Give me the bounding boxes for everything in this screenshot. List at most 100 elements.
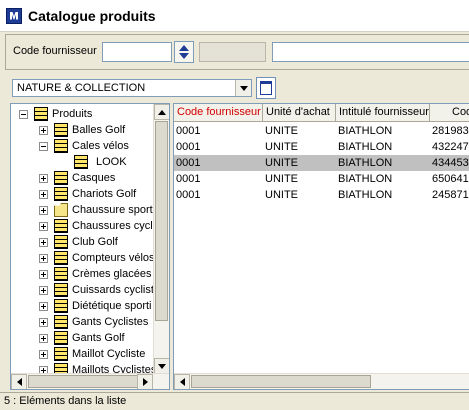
tree-item-label: Chaussure sport	[72, 204, 153, 216]
arrow-down-icon	[158, 363, 166, 369]
arrow-left-icon	[179, 378, 185, 386]
expand-icon[interactable]	[39, 301, 48, 311]
grid-horizontal-scrollbar[interactable]	[174, 373, 469, 389]
grid-folder-icon	[54, 219, 68, 233]
table-row[interactable]: 0001 UNITE BIATHLON 650641	[174, 171, 469, 187]
table-cell: UNITE	[265, 189, 298, 201]
grid-folder-icon	[54, 123, 68, 137]
supplier-code-spinner[interactable]	[174, 41, 194, 63]
supplier-code-input[interactable]	[102, 42, 172, 62]
table-cell: 245871	[432, 189, 469, 201]
grid-folder-icon	[74, 155, 88, 169]
collapse-icon[interactable]	[19, 109, 28, 119]
grid-folder-icon	[54, 267, 68, 281]
status-bar: 5 : Eléments dans la liste	[0, 392, 469, 410]
column-header[interactable]: Code fournisseur	[174, 104, 263, 122]
table-cell: 0001	[176, 141, 201, 153]
table-cell: 281983	[432, 125, 469, 137]
tree-item-label: Gants Cyclistes	[72, 316, 149, 328]
column-header[interactable]: Code	[430, 104, 469, 122]
expand-icon[interactable]	[39, 221, 48, 231]
tree-item-label: Gants Golf	[72, 332, 125, 344]
tree-item[interactable]: Chariots Golf	[39, 186, 136, 202]
tree-item-label: Diététique sporti	[72, 300, 152, 312]
tree-horizontal-scrollbar[interactable]	[11, 373, 169, 389]
tree-item[interactable]: Diététique sporti	[39, 298, 152, 314]
tree-item[interactable]: Gants Golf	[39, 330, 125, 346]
tree-scroll-thumb[interactable]	[155, 121, 168, 321]
table-row[interactable]: 0001 UNITE BIATHLON 434453	[174, 155, 469, 171]
tree-item[interactable]: Club Golf	[39, 234, 118, 250]
table-cell: UNITE	[265, 173, 298, 185]
scroll-up-button[interactable]	[154, 104, 169, 120]
expand-icon[interactable]	[39, 205, 48, 215]
tree-hscroll-thumb[interactable]	[28, 375, 146, 388]
table-cell: 432247	[432, 141, 469, 153]
table-view-icon	[260, 81, 272, 95]
table-cell: BIATHLON	[338, 157, 393, 169]
table-cell: BIATHLON	[338, 141, 393, 153]
tree-item-label: Cuissards cyclist	[72, 284, 154, 296]
tree-item[interactable]: Compteurs vélos	[39, 250, 155, 266]
table-cell: 0001	[176, 125, 201, 137]
table-cell: BIATHLON	[338, 125, 393, 137]
tree-item[interactable]: Chaussure sport	[39, 202, 153, 218]
scroll-down-button[interactable]	[154, 358, 169, 374]
arrow-left-icon	[16, 378, 22, 386]
grid-folder-icon	[54, 315, 68, 329]
expand-icon[interactable]	[39, 269, 48, 279]
tree-item[interactable]: Chaussures cycl	[39, 218, 153, 234]
tree-item[interactable]: Maillot Cycliste	[39, 346, 145, 362]
tree-item[interactable]: Balles Golf	[39, 122, 125, 138]
grid-hscroll-thumb[interactable]	[191, 375, 371, 388]
grid-folder-icon	[54, 139, 68, 153]
tree-item[interactable]: Produits	[19, 106, 92, 122]
chevron-down-icon[interactable]	[235, 80, 251, 96]
grid-folder-icon	[54, 187, 68, 201]
spin-up-icon[interactable]	[179, 45, 189, 51]
expand-icon[interactable]	[39, 349, 48, 359]
tree-item[interactable]: Casques	[39, 170, 115, 186]
product-grid[interactable]: Code fournisseur Unité d'achat Intitulé fo…	[173, 103, 469, 390]
expand-icon[interactable]	[39, 125, 48, 135]
column-header[interactable]: Unité d'achat	[263, 104, 336, 122]
tree-item[interactable]: Cales vélos	[39, 138, 129, 154]
supplier-name-field	[199, 42, 266, 62]
expand-icon[interactable]	[39, 189, 48, 199]
tree-item[interactable]: Crèmes glacées	[39, 266, 151, 282]
table-cell: 650641	[432, 173, 469, 185]
scroll-left-button[interactable]	[11, 374, 27, 389]
expand-icon[interactable]	[39, 253, 48, 263]
spin-down-icon[interactable]	[179, 53, 189, 59]
table-row[interactable]: 0001 UNITE BIATHLON 245871	[174, 187, 469, 203]
grid-folder-icon	[54, 347, 68, 361]
product-tree[interactable]: Produits Balles Golf Cales vélos LOOK Casque…	[10, 103, 170, 390]
table-cell: UNITE	[265, 125, 298, 137]
scroll-right-button[interactable]	[137, 374, 153, 389]
grid-folder-icon	[54, 299, 68, 313]
tree-item-label: Maillot Cycliste	[72, 348, 146, 360]
expand-icon[interactable]	[39, 285, 48, 295]
grid-scroll-left-button[interactable]	[174, 374, 190, 389]
supplier-description-field[interactable]	[272, 42, 469, 62]
collapse-icon[interactable]	[39, 141, 48, 151]
tree-item-label: Chaussures cycl	[72, 220, 153, 232]
expand-icon[interactable]	[39, 237, 48, 247]
arrow-up-icon	[158, 109, 166, 115]
tree-item[interactable]: LOOK	[74, 154, 127, 170]
tree-vertical-scrollbar[interactable]	[153, 104, 169, 374]
expand-icon[interactable]	[39, 173, 48, 183]
collection-select[interactable]: NATURE & COLLECTION	[12, 79, 252, 97]
collection-selected-value: NATURE & COLLECTION	[17, 82, 146, 94]
tree-item[interactable]: Gants Cyclistes	[39, 314, 148, 330]
collection-browse-button[interactable]	[256, 77, 276, 99]
tree-item-label: Balles Golf	[72, 124, 126, 136]
table-cell: 0001	[176, 189, 201, 201]
column-header[interactable]: Intitulé fournisseur	[336, 104, 430, 122]
table-row[interactable]: 0001 UNITE BIATHLON 281983	[174, 123, 469, 139]
tree-item[interactable]: Cuissards cyclist	[39, 282, 154, 298]
grid-folder-icon	[54, 331, 68, 345]
table-row[interactable]: 0001 UNITE BIATHLON 432247	[174, 139, 469, 155]
expand-icon[interactable]	[39, 333, 48, 343]
expand-icon[interactable]	[39, 317, 48, 327]
